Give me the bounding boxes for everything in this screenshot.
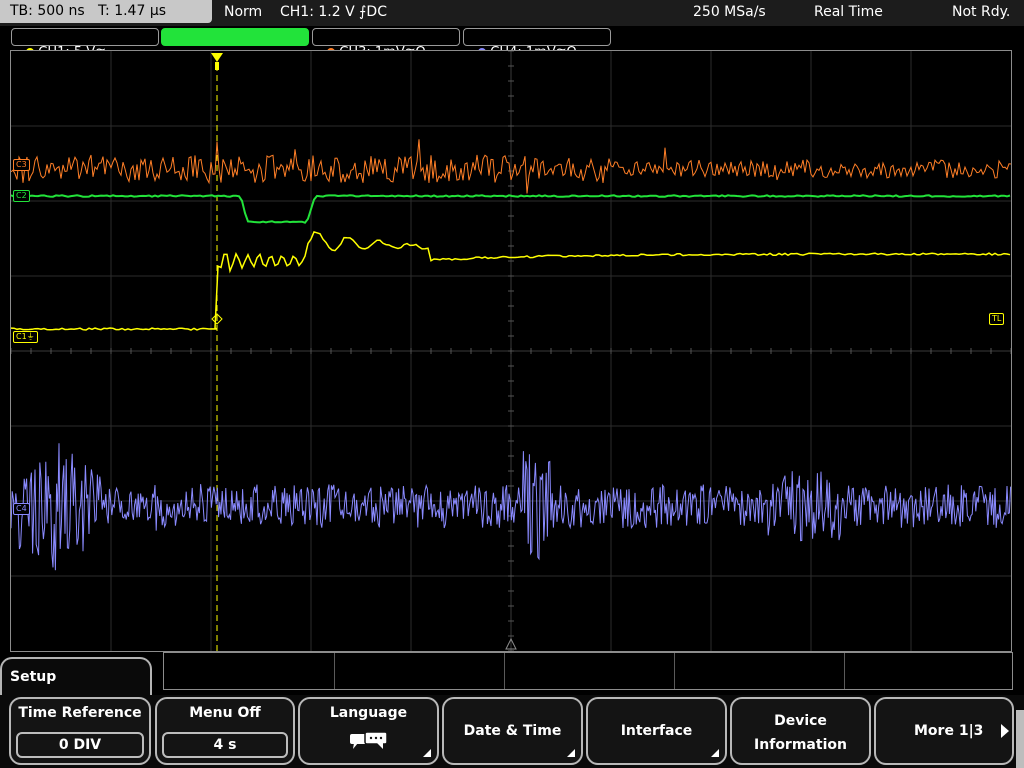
ch4-offset-marker[interactable]: C4 <box>13 503 30 515</box>
more-arrow-icon <box>1001 724 1009 738</box>
trigger-marker-icon <box>211 53 223 62</box>
trigger-state: Not Rdy. <box>952 4 1011 20</box>
device-information-label-2: Information <box>754 737 847 753</box>
submenu-indicator-icon <box>711 749 719 757</box>
time-reference-value[interactable]: 0 DIV <box>16 732 144 758</box>
tab-ch4[interactable]: CH4: 1mV≅Ω <box>463 28 611 60</box>
tab-ch2[interactable]: CH2: 20 mV≅Ω <box>161 28 309 60</box>
interface-label: Interface <box>620 723 693 739</box>
ch2-offset-marker[interactable]: C2 <box>13 190 30 202</box>
graticule <box>11 51 1011 651</box>
time-reference-button[interactable]: Time Reference 0 DIV <box>9 697 151 765</box>
status-bar: TB: 500 ns T: 1.47 µs Norm CH1: 1.2 V ⨍D… <box>0 0 1024 26</box>
waveform-display[interactable]: C3 C2 C1⏚ C4 TL <box>10 50 1012 652</box>
language-label: Language <box>329 705 408 721</box>
time-reference-label: Time Reference <box>18 705 142 721</box>
menu-off-label: Menu Off <box>189 705 261 721</box>
side-scrollbar[interactable] <box>1016 710 1024 768</box>
horizontal-overview-bar[interactable] <box>163 652 1013 690</box>
menu-title: Setup <box>10 669 57 685</box>
trigger-level-marker[interactable]: TL <box>989 313 1005 325</box>
more-label: More 1|3 <box>914 723 984 739</box>
menu-title-tab[interactable]: Setup <box>0 657 152 697</box>
interface-button[interactable]: Interface <box>586 697 727 765</box>
ch3-offset-marker[interactable]: C3 <box>13 159 30 171</box>
device-information-label-1: Device <box>774 713 827 729</box>
acquisition-mode: Real Time <box>814 4 883 20</box>
sample-rate: 250 MSa/s <box>693 4 766 20</box>
tab-ch1[interactable]: CH1: 5 V≅ <box>11 28 159 60</box>
date-time-button[interactable]: Date & Time <box>442 697 583 765</box>
ch1-offset-marker[interactable]: C1⏚ <box>13 331 38 343</box>
speech-bubbles-icon <box>350 731 388 749</box>
timebase-readout[interactable]: TB: 500 ns T: 1.47 µs <box>0 0 212 23</box>
trigger-mode[interactable]: Norm <box>224 3 262 21</box>
submenu-indicator-icon <box>567 749 575 757</box>
more-button[interactable]: More 1|3 <box>874 697 1014 765</box>
menu-off-button[interactable]: Menu Off 4 s <box>155 697 295 765</box>
tab-ch3[interactable]: CH3: 1mV≅Ω <box>312 28 460 60</box>
menu-off-value[interactable]: 4 s <box>162 732 288 758</box>
language-button[interactable]: Language <box>298 697 439 765</box>
device-information-button[interactable]: Device Information <box>730 697 871 765</box>
waveform-canvas <box>11 51 1011 651</box>
date-time-label: Date & Time <box>463 723 562 739</box>
submenu-indicator-icon <box>423 749 431 757</box>
trigger-setting[interactable]: CH1: 1.2 V ⨍DC <box>280 3 387 21</box>
